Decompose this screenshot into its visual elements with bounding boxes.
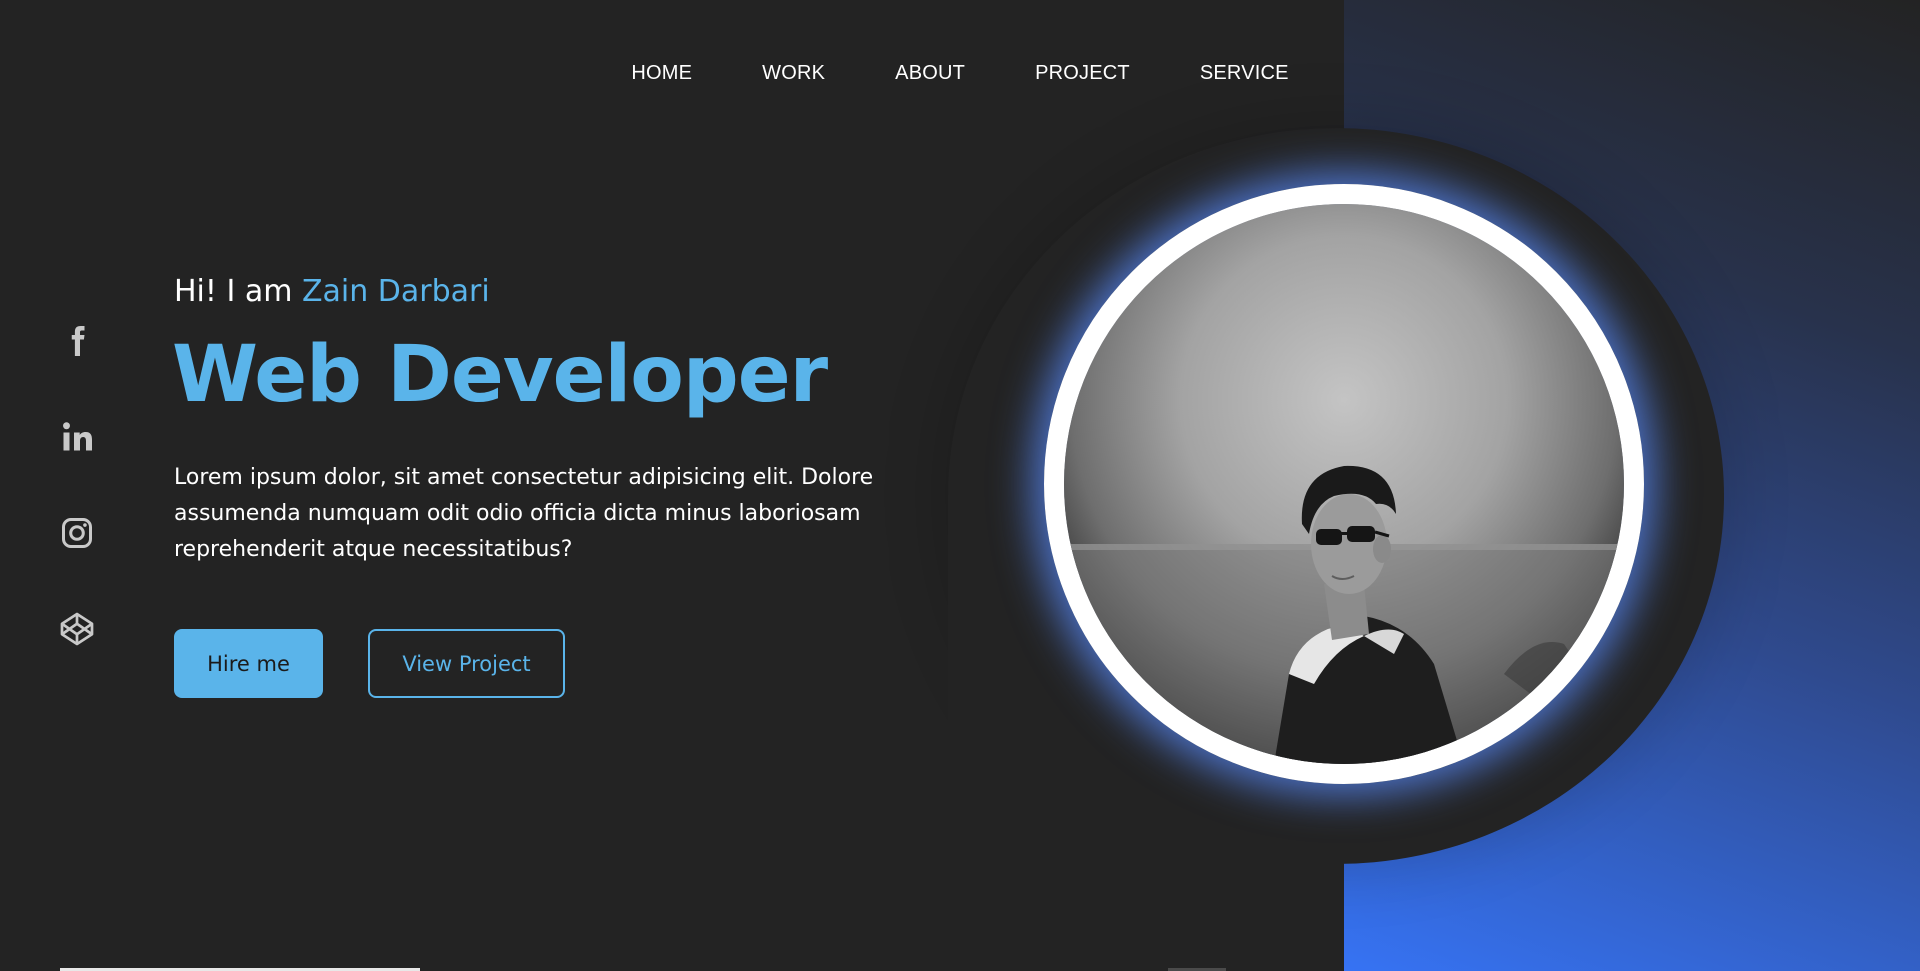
linkedin-icon <box>63 422 92 451</box>
instagram-link[interactable] <box>56 512 98 554</box>
linkedin-link[interactable] <box>56 416 98 458</box>
nav-project[interactable]: PROJECT <box>1035 58 1130 89</box>
social-links <box>56 320 98 650</box>
hire-me-button[interactable]: Hire me <box>174 629 323 698</box>
codepen-icon <box>60 612 94 646</box>
hero-name: Zain Darbari <box>301 274 490 309</box>
instagram-icon <box>62 518 92 548</box>
codepen-link[interactable] <box>56 608 98 650</box>
profile-portrait <box>1044 184 1644 784</box>
facebook-link[interactable] <box>56 320 98 362</box>
hero-description: Lorem ipsum dolor, sit amet consectetur … <box>174 465 874 562</box>
greeting-prefix: Hi! I am <box>174 274 302 309</box>
nav-about[interactable]: ABOUT <box>895 58 965 89</box>
portrait-photo <box>1064 204 1624 764</box>
nav-work[interactable]: WORK <box>762 58 825 89</box>
hero-title: Web Developer <box>172 330 828 420</box>
view-project-button[interactable]: View Project <box>368 629 565 698</box>
main-nav: HOME WORK ABOUT PROJECT SERVICE <box>0 58 1920 89</box>
facebook-icon <box>71 326 85 356</box>
nav-home[interactable]: HOME <box>631 58 692 89</box>
page: HOME WORK ABOUT PROJECT SERVICE Hi! I am… <box>0 0 1920 971</box>
nav-service[interactable]: SERVICE <box>1200 58 1289 89</box>
hero-greeting: Hi! I am Zain Darbari <box>174 274 490 309</box>
